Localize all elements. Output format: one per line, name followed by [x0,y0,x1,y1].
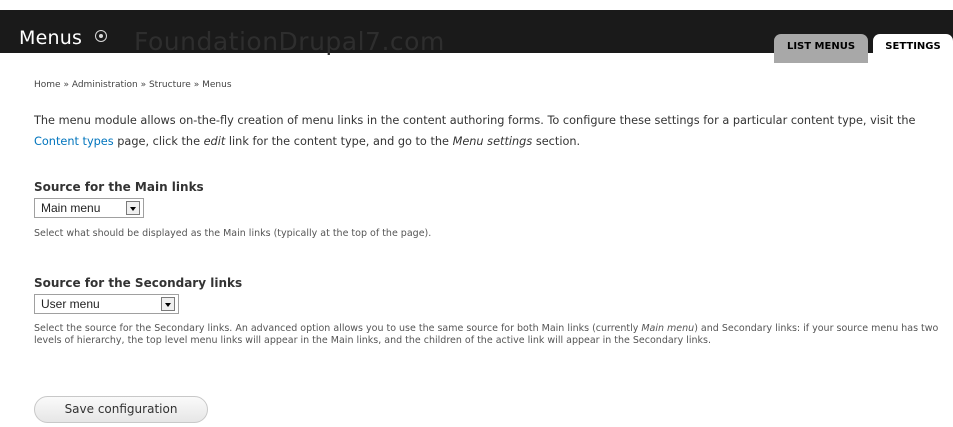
main-links-label: Source for the Main links [34,180,204,194]
help-text-part: page, click the [113,135,204,148]
secondary-links-label: Source for the Secondary links [34,276,243,290]
help-text-part: section. [532,135,581,148]
main-links-select[interactable]: Main menu [34,198,144,218]
main-links-description: Select what should be displayed as the M… [34,228,432,239]
main-menu-emphasis: Main menu [641,323,695,334]
content-types-link[interactable]: Content types [34,135,114,148]
edit-emphasis: edit [203,135,226,148]
add-shortcut-icon[interactable] [95,30,107,42]
page-header: Menus FoundationDrupal7.com LIST MENUS S… [0,10,953,63]
chevron-down-icon[interactable] [126,201,140,215]
menu-settings-emphasis: Menu settings [452,135,533,148]
breadcrumb-administration[interactable]: Administration [72,80,138,90]
secondary-links-select[interactable]: User menu [34,294,179,314]
description-part: Select the source for the Secondary link… [34,323,642,334]
help-text-part: link for the content type, and go to the [225,135,453,148]
secondary-links-description: Select the source for the Secondary link… [34,323,946,347]
breadcrumb-separator: » [193,80,200,90]
breadcrumb-separator: » [140,80,147,90]
breadcrumb-home[interactable]: Home [34,80,61,90]
help-text: The menu module allows on-the-fly creati… [34,110,946,152]
help-text-part: The menu module allows on-the-fly creati… [34,114,916,127]
page-title: Menus [19,27,83,49]
secondary-links-selected-value: User menu [41,297,100,311]
breadcrumb-menus[interactable]: Menus [202,80,231,90]
main-links-selected-value: Main menu [41,201,101,215]
breadcrumb-structure[interactable]: Structure [149,80,191,90]
chevron-down-icon[interactable] [161,297,175,311]
tab-settings[interactable]: SETTINGS [873,34,953,63]
breadcrumb-separator: » [63,80,69,90]
breadcrumb: Home » Administration » Structure » Menu… [34,80,232,90]
save-configuration-button[interactable]: Save configuration [34,396,208,423]
watermark: FoundationDrupal7.com [134,27,445,56]
tab-list-menus[interactable]: LIST MENUS [774,34,868,63]
